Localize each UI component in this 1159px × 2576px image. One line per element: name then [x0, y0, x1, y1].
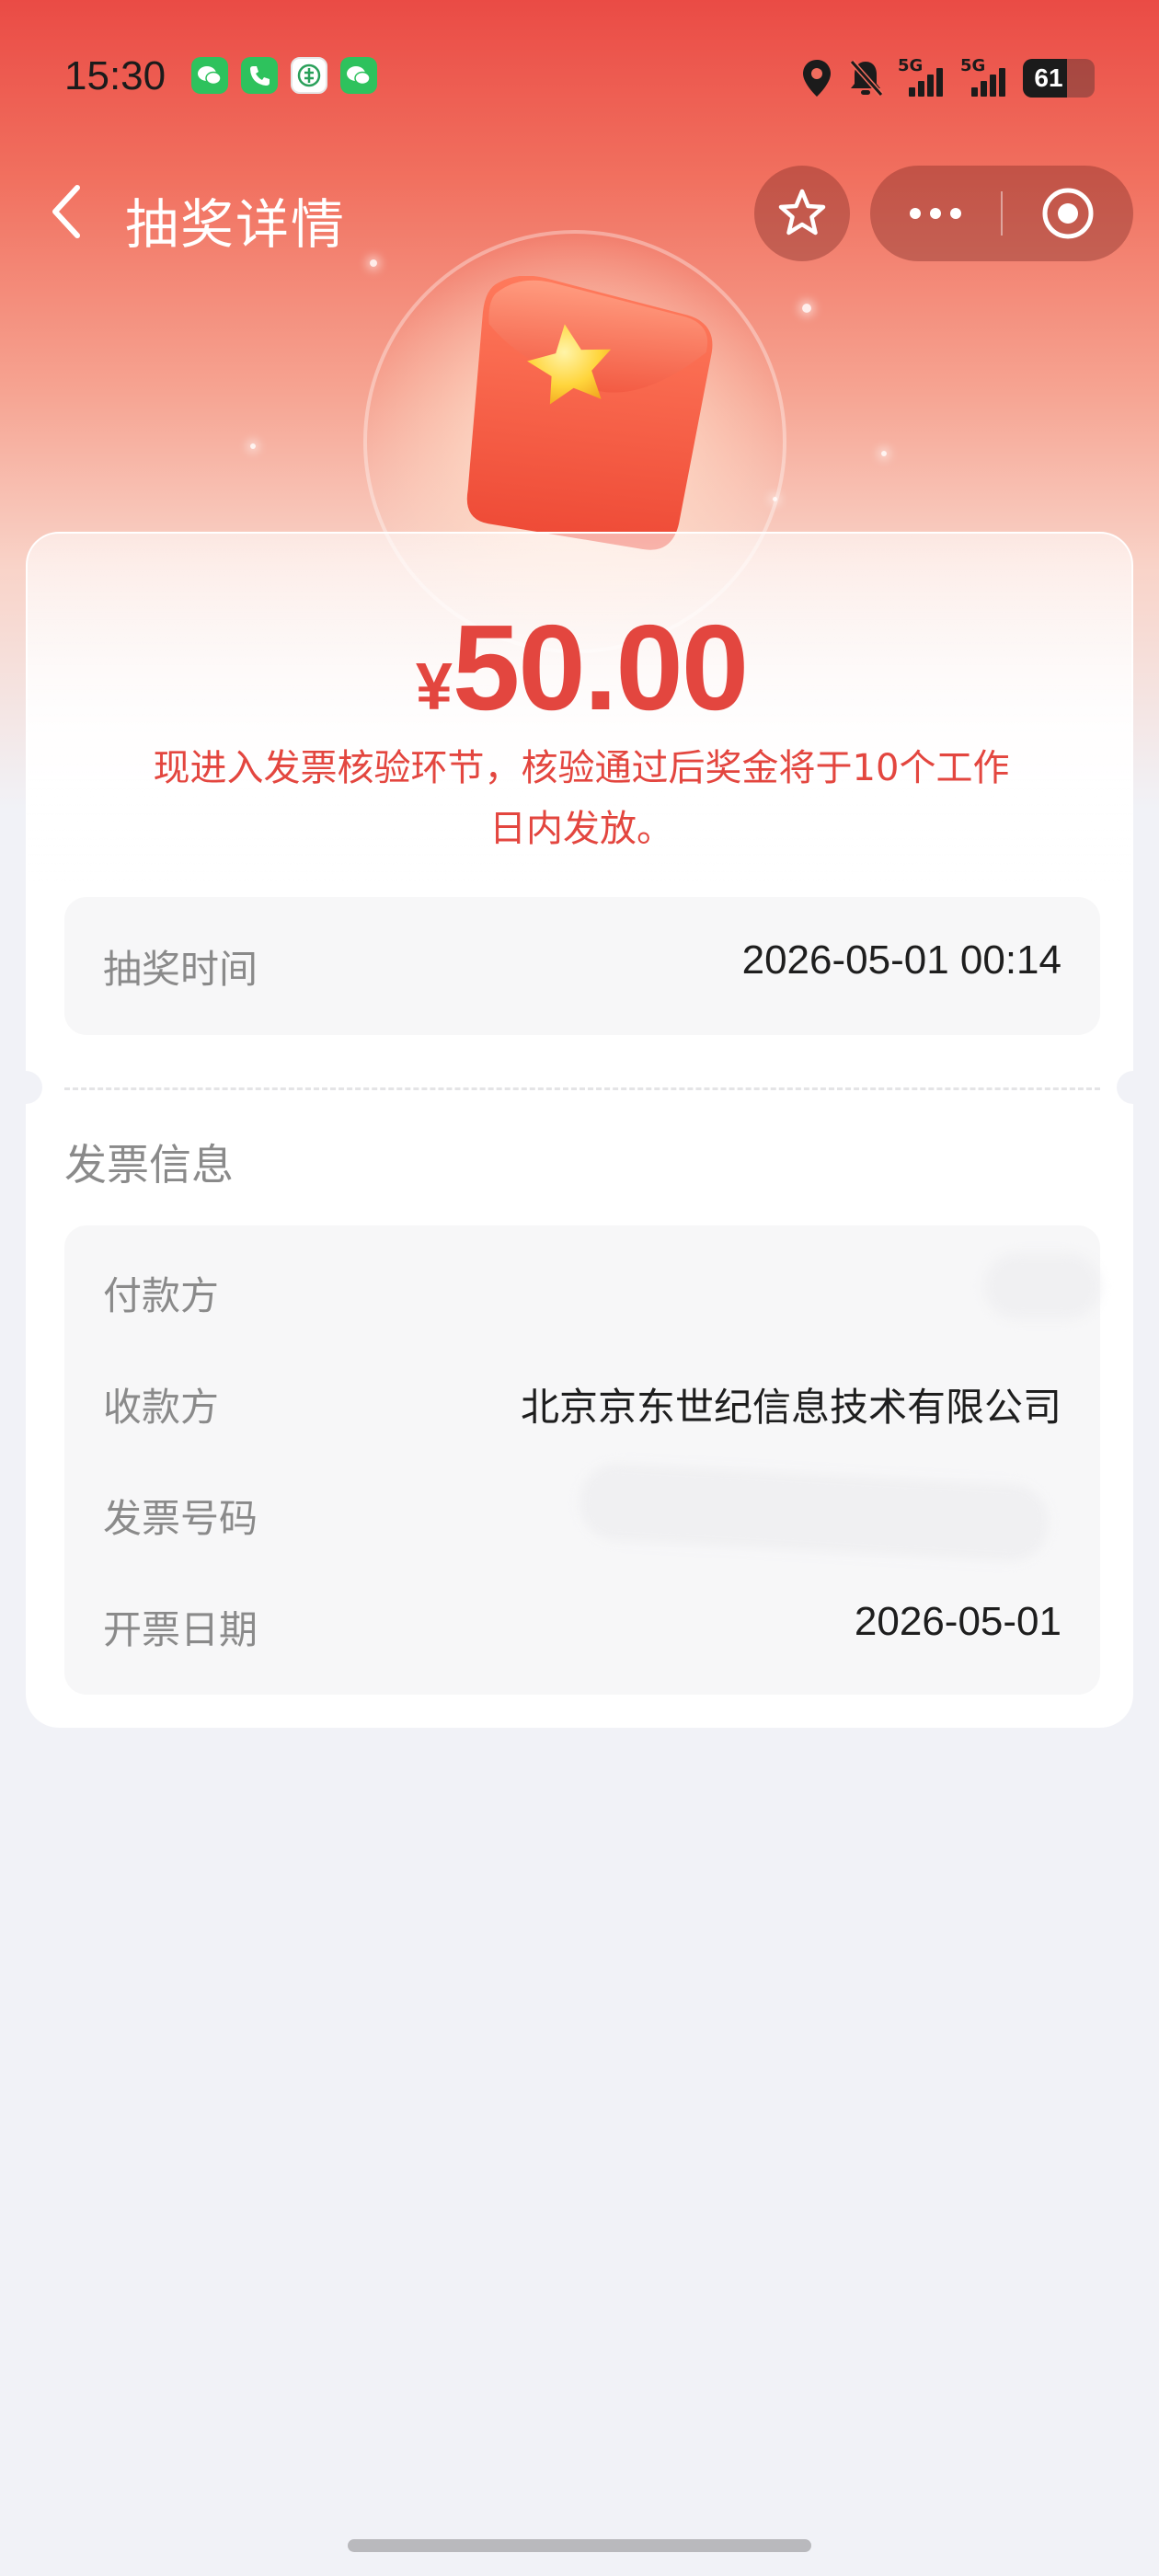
sparkle — [250, 443, 256, 449]
wechat-icon — [340, 57, 377, 94]
status-right: 5G 5G 61 — [800, 51, 1095, 106]
payer-label: 付款方 — [103, 1273, 220, 1318]
close-miniprogram-button[interactable] — [1003, 166, 1133, 261]
location-icon — [803, 60, 831, 97]
sparkle — [370, 259, 377, 267]
more-dot — [930, 208, 941, 219]
sparkle — [773, 497, 777, 501]
amount-value: 50.00 — [452, 600, 749, 735]
signal-strength-2: 5G — [960, 56, 1010, 100]
miniprogram-capsule — [870, 166, 1133, 261]
bell-muted-icon — [849, 60, 884, 97]
favorite-button[interactable] — [754, 166, 850, 261]
chevron-left-icon — [52, 185, 80, 238]
draw-time-box: 抽奖时间 2026-05-01 00:14 — [64, 897, 1100, 1035]
draw-time-value: 2026-05-01 00:14 — [741, 937, 1061, 983]
perforation-divider — [64, 1087, 1100, 1090]
wechat-icon — [191, 57, 228, 94]
payee-value: 北京京东世纪信息技术有限公司 — [520, 1385, 1061, 1430]
phone-icon — [241, 57, 278, 94]
status-time: 15:30 — [64, 53, 166, 98]
status-bar: 15:30 5G 5G 61 — [0, 0, 1159, 156]
ticket-notch-left — [9, 1071, 42, 1104]
redaction-mark — [984, 1253, 1100, 1319]
currency-symbol: ¥ — [415, 650, 453, 724]
target-circle-icon — [1042, 188, 1094, 239]
battery-icon: 61 — [1023, 59, 1095, 98]
signal-strength-1: 5G — [898, 56, 947, 100]
sparkle — [881, 451, 887, 456]
network-type-label: 5G — [898, 56, 924, 75]
page-title: 抽奖详情 — [125, 193, 347, 256]
star-icon — [778, 189, 826, 236]
network-type-label: 5G — [960, 56, 986, 75]
prize-amount: ¥50.00 — [28, 598, 1135, 737]
more-dot — [950, 208, 961, 219]
red-envelope-icon — [466, 276, 713, 550]
back-button[interactable] — [35, 175, 109, 248]
more-dots-icon — [910, 208, 921, 219]
payee-label: 收款方 — [103, 1385, 220, 1430]
more-button[interactable] — [870, 166, 1001, 261]
invoice-section-title: 发票信息 — [64, 1140, 234, 1190]
sparkle — [802, 304, 811, 313]
prize-card: ¥50.00 现进入发票核验环节，核验通过后奖金将于10个工作日内发放。 抽奖时… — [9, 532, 1150, 1728]
ticket-notch-right — [1117, 1071, 1150, 1104]
invoice-date-label: 开票日期 — [103, 1607, 258, 1652]
bank-icon — [291, 57, 327, 94]
prize-notice: 现进入发票核验环节，核验通过后奖金将于10个工作日内发放。 — [153, 747, 1010, 850]
home-indicator — [348, 2539, 811, 2552]
redaction-mark — [578, 1461, 1050, 1564]
invoice-number-label: 发票号码 — [103, 1496, 258, 1541]
invoice-info-box: 付款方 收款方 北京京东世纪信息技术有限公司 发票号码 开票日期 2026-05… — [64, 1225, 1100, 1695]
invoice-date-value: 2026-05-01 — [854, 1599, 1061, 1644]
battery-level: 61 — [1034, 63, 1063, 92]
draw-time-label: 抽奖时间 — [103, 947, 258, 992]
